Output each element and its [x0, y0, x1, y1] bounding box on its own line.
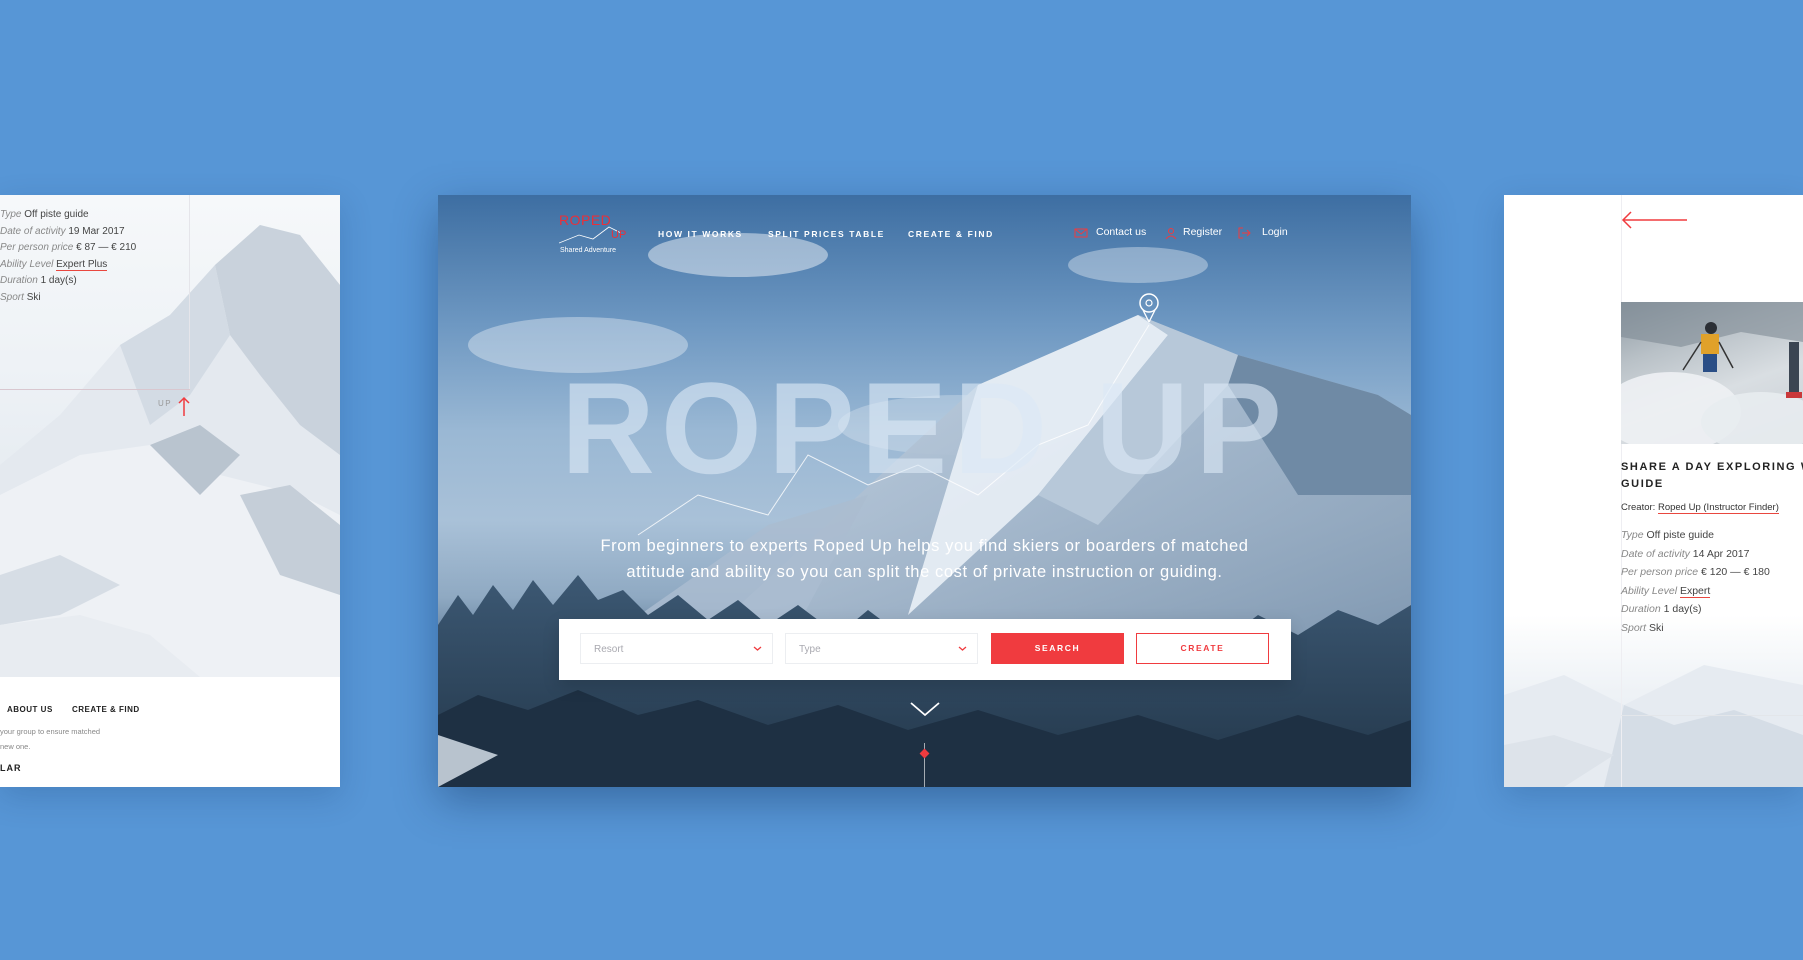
ability-level-link[interactable]: Expert Plus [56, 258, 108, 271]
detail-key: Duration [1621, 603, 1661, 615]
detail-value: 1 day(s) [1663, 603, 1702, 615]
footer-nav-about[interactable]: ABOUT US [7, 705, 53, 714]
divider [0, 389, 190, 390]
type-select[interactable]: Type [785, 633, 978, 664]
detail-key: Ability Level [0, 258, 54, 270]
detail-row: Ability Level Expert [1621, 582, 1770, 601]
divider [1621, 715, 1803, 716]
nav-how-it-works[interactable]: HOW IT WORKS [658, 229, 743, 239]
detail-row: Ability Level Expert Plus [0, 257, 136, 274]
creator-link[interactable]: Roped Up (Instructor Finder) [1657, 502, 1779, 514]
user-icon [1165, 228, 1177, 239]
logo-text: UP [611, 229, 627, 241]
logo-tagline: Shared Adventure [560, 247, 617, 254]
left-preview-card: Type Off piste guide Date of activity 19… [0, 195, 340, 787]
creator-label: Creator: [1621, 502, 1656, 513]
divider [189, 195, 190, 390]
activity-title-line: GUIDE [1621, 478, 1664, 490]
detail-row: Sport Ski [1621, 619, 1770, 638]
detail-row: Duration 1 day(s) [0, 273, 136, 290]
detail-key: Duration [0, 275, 38, 286]
detail-key: Sport [0, 291, 24, 303]
detail-value: Off piste guide [24, 209, 89, 220]
resort-placeholder: Resort [594, 644, 624, 655]
chevron-down-icon [753, 646, 762, 651]
activity-title[interactable]: SHARE A DAY EXPLORING WI GUIDE [1621, 459, 1803, 493]
activity-details: Type Off piste guide Date of activity 19… [0, 207, 136, 306]
login-link[interactable]: Login [1262, 226, 1288, 238]
detail-key: Date of activity [0, 225, 66, 237]
create-button[interactable]: CREATE [1136, 633, 1269, 664]
detail-value: € 120 — € 180 [1700, 566, 1770, 578]
footer: ABOUT US CREATE & FIND your group to ens… [0, 677, 340, 787]
detail-key: Date of activity [1621, 547, 1690, 560]
logo[interactable]: ROPED UP Shared Adventure [559, 212, 629, 254]
right-preview-card: SHARE A DAY EXPLORING WI GUIDE Creator: … [1504, 195, 1803, 787]
nav-create-find[interactable]: CREATE & FIND [908, 229, 994, 239]
detail-value: 14 Apr 2017 [1692, 547, 1750, 560]
detail-row: Date of activity 14 Apr 2017 [1621, 545, 1770, 564]
activity-details: Type Off piste guide Date of activity 14… [1621, 526, 1770, 637]
mail-icon [1074, 228, 1088, 238]
login-icon [1238, 227, 1251, 239]
activity-title-line: SHARE A DAY EXPLORING WI [1621, 461, 1803, 473]
arrow-left-icon[interactable] [1621, 210, 1689, 230]
detail-value: 19 Mar 2017 [68, 225, 125, 237]
footer-nav-create[interactable]: CREATE & FIND [72, 705, 140, 714]
register-link[interactable]: Register [1183, 226, 1222, 238]
mountain-illustration [1504, 665, 1803, 787]
hero-title: ROPED UP [560, 355, 1288, 501]
arrow-up-icon[interactable] [178, 396, 190, 416]
detail-key: Ability Level [1621, 584, 1678, 597]
type-placeholder: Type [799, 644, 821, 655]
chevron-down-icon [958, 646, 967, 651]
hero-subtitle: From beginners to experts Roped Up helps… [600, 537, 1249, 581]
detail-value: Off piste guide [1646, 529, 1715, 541]
footer-heading: LAR [0, 763, 22, 773]
ability-level-link[interactable]: Expert [1679, 584, 1711, 598]
skier-image [1621, 302, 1803, 444]
activity-photo[interactable] [1621, 302, 1803, 444]
detail-value: Ski [26, 291, 41, 303]
mountain-background [1504, 615, 1803, 787]
nav-split-prices-table[interactable]: SPLIT PRICES TABLE [768, 229, 885, 239]
scroll-down-icon[interactable] [909, 700, 941, 718]
hero-section: ROPED UP Shared Adventure HOW IT WORKS S… [438, 195, 1411, 787]
detail-row: Type Off piste guide [1621, 526, 1770, 545]
detail-key: Per person price [0, 242, 74, 253]
detail-value: 1 day(s) [40, 275, 77, 286]
detail-key: Sport [1621, 621, 1647, 634]
detail-row: Sport Ski [0, 290, 136, 307]
detail-row: Date of activity 19 Mar 2017 [0, 224, 136, 241]
creator-row: Creator: Roped Up (Instructor Finder) [1621, 502, 1779, 514]
detail-row: Type Off piste guide [0, 207, 136, 224]
detail-key: Type [0, 209, 22, 220]
search-bar: Resort Type SEARCH CREATE [559, 619, 1291, 680]
resort-select[interactable]: Resort [580, 633, 773, 664]
scroll-up-label[interactable]: UP [158, 399, 172, 408]
footer-text: your group to ensure matched [0, 727, 101, 736]
detail-value: € 87 — € 210 [76, 242, 137, 253]
footer-text: new one. [0, 742, 31, 751]
detail-row: Per person price € 120 — € 180 [1621, 563, 1770, 582]
contact-us-link[interactable]: Contact us [1096, 226, 1146, 238]
detail-row: Per person price € 87 — € 210 [0, 240, 136, 257]
detail-key: Per person price [1621, 566, 1699, 578]
detail-value: Ski [1649, 621, 1664, 634]
detail-row: Duration 1 day(s) [1621, 600, 1770, 619]
detail-key: Type [1621, 529, 1644, 541]
search-button[interactable]: SEARCH [991, 633, 1124, 664]
